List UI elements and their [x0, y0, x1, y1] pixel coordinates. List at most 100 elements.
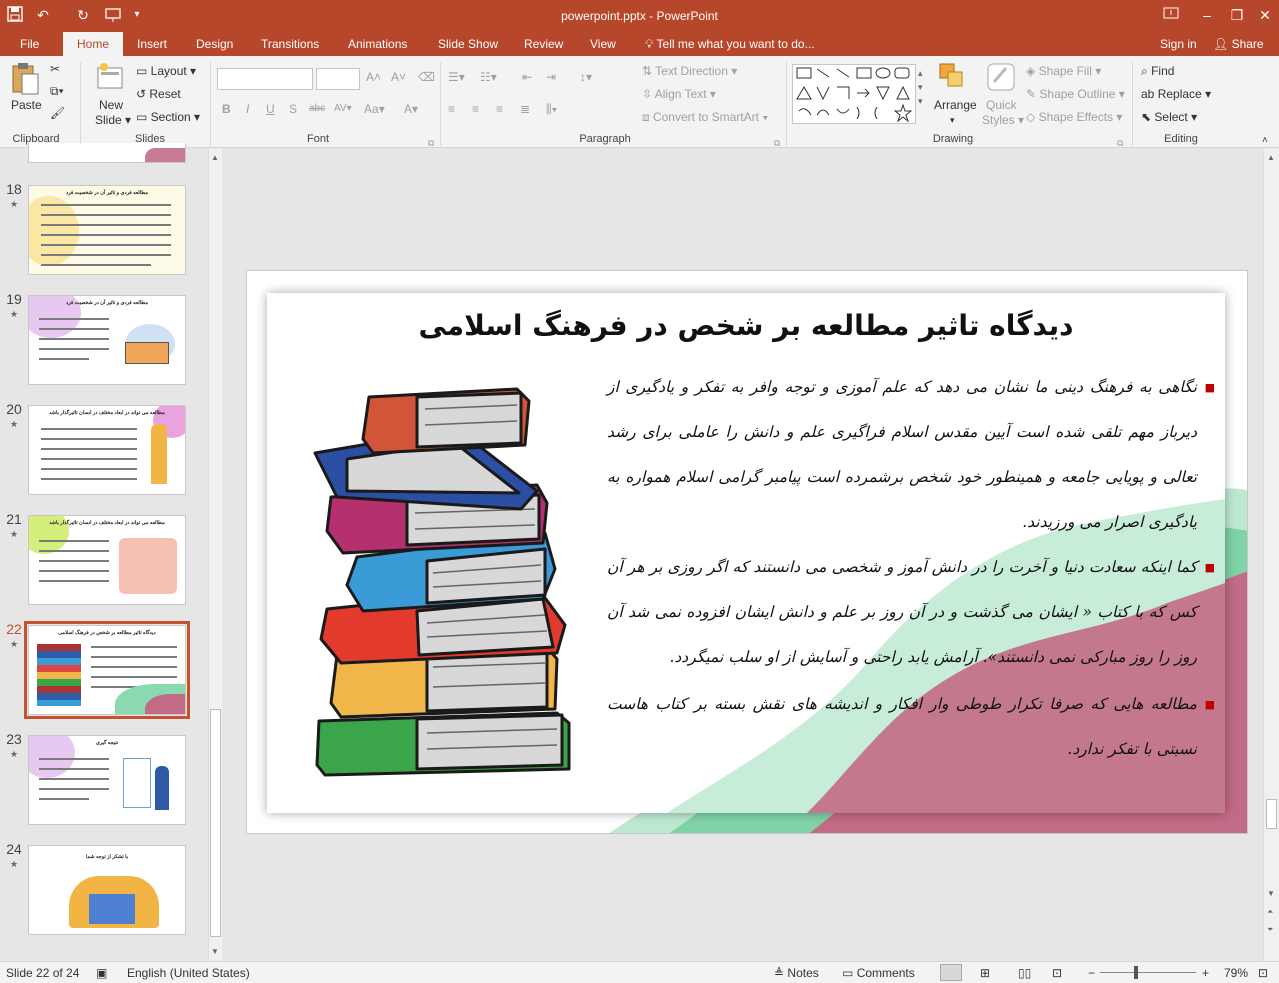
slide-scrollbar[interactable]: ▲ ▼ ⏶ ⏷: [1263, 149, 1279, 961]
normal-view-icon[interactable]: [940, 964, 962, 981]
minimize-icon[interactable]: –: [1196, 4, 1218, 26]
cut-icon[interactable]: ✂: [50, 62, 60, 76]
language-indicator[interactable]: English (United States): [127, 966, 250, 980]
justify-icon[interactable]: ≣: [520, 102, 530, 116]
zoom-slider-thumb[interactable]: [1134, 966, 1138, 979]
close-icon[interactable]: ✕: [1254, 4, 1276, 26]
slide-thumbnail-21[interactable]: مطالعه می تواند در ابعاد مختلف در انسان …: [28, 515, 186, 605]
paragraph-dialog-launcher-icon[interactable]: ⧉: [774, 136, 780, 150]
change-case-button[interactable]: Aa▾: [364, 102, 385, 116]
align-left-icon[interactable]: ≡: [448, 102, 455, 116]
slide-canvas[interactable]: دیدگاه تاثیر مطالعه بر شخص در فرهنگ اسلا…: [246, 270, 1248, 834]
scrollbar-thumb[interactable]: [1266, 799, 1277, 829]
copy-icon[interactable]: ⧉▾: [50, 84, 64, 98]
italic-button[interactable]: I: [246, 102, 249, 116]
arrange-dropdown-icon[interactable]: ▾: [950, 113, 955, 127]
previous-slide-icon[interactable]: ⏶: [1267, 907, 1273, 917]
scrollbar-thumb[interactable]: [210, 709, 221, 937]
slide-title[interactable]: دیدگاه تاثیر مطالعه بر شخص در فرهنگ اسلا…: [267, 309, 1225, 342]
new-slide-button-line2[interactable]: Slide ▾: [95, 113, 131, 127]
slideshow-icon[interactable]: ⊡: [1052, 966, 1062, 980]
collapse-ribbon-icon[interactable]: ˄: [1262, 134, 1268, 148]
convert-smartart-button[interactable]: ⧈ Convert to SmartArt ▾: [642, 110, 768, 124]
tab-view[interactable]: View: [590, 36, 616, 56]
slide-thumbnail-19[interactable]: مطالعه فردی و تاثیر آن در شخصیت فرد: [28, 295, 186, 385]
fit-slide-icon[interactable]: ⊡: [1258, 966, 1268, 980]
zoom-slider-track[interactable]: [1100, 972, 1196, 973]
paste-button[interactable]: Paste: [11, 98, 42, 112]
tab-transitions[interactable]: Transitions: [261, 36, 319, 56]
strikethrough-button[interactable]: abc: [309, 102, 325, 116]
section-button[interactable]: ▭ Section ▾: [136, 110, 200, 124]
shapes-gallery[interactable]: [792, 64, 916, 124]
shape-effects-button[interactable]: ◇ Shape Effects ▾: [1026, 110, 1122, 124]
slide-thumbnail-17-partial[interactable]: [28, 143, 186, 163]
arrange-icon[interactable]: [938, 62, 968, 92]
tab-home[interactable]: Home: [63, 32, 124, 56]
slide-thumbnail-20[interactable]: مطالعه می تواند در ابعاد مختلف در انسان …: [28, 405, 186, 495]
bullet-paragraph-1[interactable]: ■ نگاهی به فرهنگ دینی ما نشان می دهد که …: [607, 365, 1215, 545]
underline-button[interactable]: U: [266, 102, 275, 116]
slide-thumbnail-24[interactable]: با تشکر از توجه شما: [28, 845, 186, 935]
tab-file[interactable]: File: [20, 36, 39, 56]
zoom-out-button[interactable]: −: [1088, 966, 1095, 980]
zoom-level[interactable]: 79%: [1224, 966, 1248, 980]
arrange-button[interactable]: Arrange: [934, 98, 977, 112]
font-color-button[interactable]: A▾: [404, 102, 418, 116]
thumbnails-scrollbar[interactable]: ▲ ▼: [208, 149, 222, 961]
shrink-font-icon[interactable]: A˅: [391, 70, 406, 84]
slide-thumbnail-22[interactable]: دیدگاه تاثیر مطالعه بر شخص در فرهنگ اسلا…: [24, 621, 190, 719]
font-name-field[interactable]: [217, 68, 313, 90]
find-button[interactable]: ⌕ Find: [1141, 64, 1174, 78]
share-button[interactable]: 👤︎ Share: [1213, 36, 1264, 56]
maximize-icon[interactable]: ❐: [1226, 4, 1248, 26]
align-center-icon[interactable]: ≡: [472, 102, 479, 116]
scroll-down-icon[interactable]: ▼: [1267, 889, 1275, 898]
reading-view-icon[interactable]: ▯▯: [1018, 966, 1031, 980]
slide-thumbnail-18[interactable]: مطالعه فردی و تاثیر آن در شخصیت فرد: [28, 185, 186, 275]
char-spacing-button[interactable]: AV▾: [334, 102, 352, 116]
shapes-gallery-more-icon[interactable]: ▴ ▾ ▾: [918, 66, 923, 108]
tab-design[interactable]: Design: [196, 36, 233, 56]
bullet-paragraph-3[interactable]: ■ مطالعه هایی که صرفا تکرار طوطی وار افک…: [607, 682, 1215, 772]
next-slide-icon[interactable]: ⏷: [1267, 925, 1273, 935]
numbering-icon[interactable]: ☷▾: [480, 70, 497, 84]
bullets-icon[interactable]: ☰▾: [448, 70, 465, 84]
quick-styles-button[interactable]: Quick: [986, 98, 1017, 112]
spell-check-icon[interactable]: ▣: [96, 966, 107, 980]
clear-formatting-icon[interactable]: ⌫: [418, 70, 435, 84]
drawing-dialog-launcher-icon[interactable]: ⧉: [1117, 136, 1123, 150]
bullet-paragraph-2[interactable]: ■ کما اینکه سعادت دنیا و آخرت را در دانش…: [607, 545, 1215, 680]
slide-sorter-icon[interactable]: ⊞: [980, 966, 990, 980]
notes-button[interactable]: ≜ Notes: [774, 966, 819, 980]
shadow-button[interactable]: S: [289, 102, 297, 116]
replace-button[interactable]: ab Replace ▾: [1141, 87, 1211, 101]
scroll-up-icon[interactable]: ▲: [1267, 153, 1275, 162]
quick-styles-button-line2[interactable]: Styles ▾: [982, 113, 1024, 127]
grow-font-icon[interactable]: A˄: [366, 70, 381, 84]
layout-button[interactable]: ▭ Layout ▾: [136, 64, 196, 78]
comments-button[interactable]: ▭ Comments: [842, 966, 915, 980]
scroll-down-icon[interactable]: ▼: [211, 947, 219, 956]
sign-in-link[interactable]: Sign in: [1160, 36, 1197, 56]
columns-icon[interactable]: ⫼▾: [546, 102, 557, 116]
format-painter-icon[interactable]: 🖌︎: [50, 106, 65, 120]
tab-insert[interactable]: Insert: [137, 36, 167, 56]
tab-review[interactable]: Review: [524, 36, 563, 56]
increase-indent-icon[interactable]: ⇥: [546, 70, 556, 84]
font-size-field[interactable]: [316, 68, 360, 90]
tell-me-box[interactable]: 💡︎ Tell me what you want to do...: [645, 36, 815, 56]
quick-styles-icon[interactable]: [986, 62, 1016, 92]
bold-button[interactable]: B: [222, 102, 231, 116]
reset-button[interactable]: ↺ Reset: [136, 87, 181, 101]
zoom-in-button[interactable]: +: [1202, 966, 1209, 980]
decrease-indent-icon[interactable]: ⇤: [522, 70, 532, 84]
paste-icon[interactable]: [10, 62, 40, 95]
scroll-up-icon[interactable]: ▲: [211, 153, 219, 162]
tab-slide-show[interactable]: Slide Show: [438, 36, 498, 56]
align-right-icon[interactable]: ≡: [496, 102, 503, 116]
shape-fill-button[interactable]: ◈ Shape Fill ▾: [1026, 64, 1101, 78]
font-dialog-launcher-icon[interactable]: ⧉: [428, 136, 434, 150]
shape-outline-button[interactable]: ✎ Shape Outline ▾: [1026, 87, 1125, 101]
slide-thumbnail-23[interactable]: نتیجه گیری: [28, 735, 186, 825]
